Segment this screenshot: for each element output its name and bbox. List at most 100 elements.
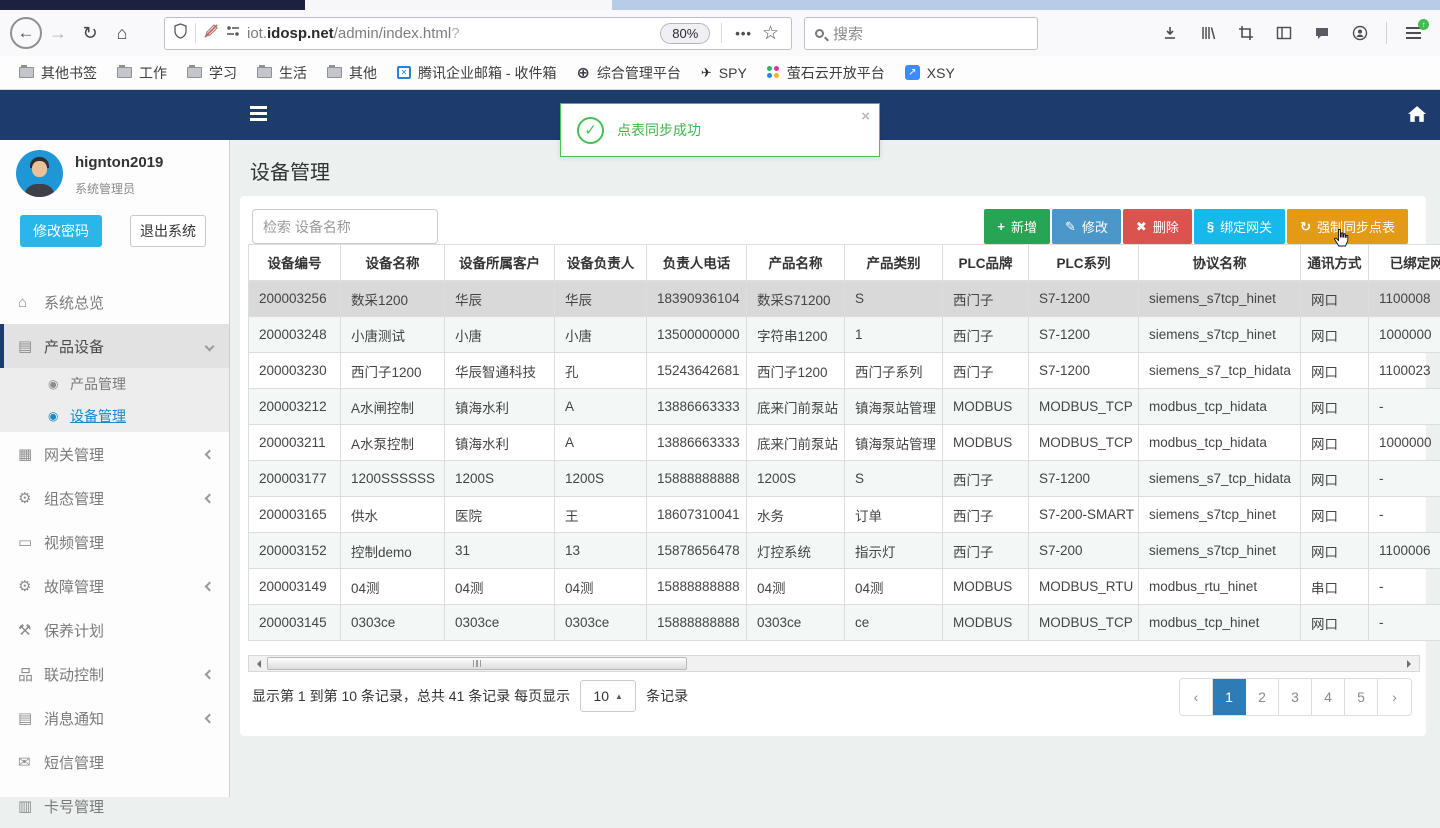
table-row[interactable]: 200003248小唐测试小唐小唐13500000000字符串12001西门子S… — [249, 317, 1440, 353]
url-bar[interactable]: iot.idosp.net/admin/index.html? 80% ••• … — [164, 17, 792, 50]
column-header[interactable]: 设备所属客户 — [445, 245, 555, 281]
page-4[interactable]: 4 — [1312, 679, 1345, 715]
sidebar-collapse-icon[interactable] — [250, 106, 267, 121]
bookmark-item[interactable]: 其他书签 — [10, 60, 106, 86]
cell: S7-1200 — [1029, 281, 1139, 317]
blocked-pencil-icon[interactable] — [203, 23, 219, 44]
zoom-level-badge[interactable]: 80% — [660, 23, 710, 44]
sidebar-toggle-icon[interactable] — [1269, 19, 1298, 48]
table-row[interactable]: 2000031450303ce0303ce0303ce1588888888803… — [249, 605, 1440, 641]
bookmark-item[interactable]: ↗XSY — [896, 62, 964, 84]
reload-button[interactable]: ↻ — [74, 17, 106, 49]
sidebar-item-sms-mgmt[interactable]: ✉短信管理 — [0, 740, 229, 784]
download-icon[interactable] — [1155, 19, 1184, 48]
column-header[interactable]: 协议名称 — [1139, 245, 1301, 281]
table-row[interactable]: 200003256数采1200华辰华辰18390936104数采S71200S西… — [249, 281, 1440, 317]
table-row[interactable]: 200003230西门子1200华辰智通科技孔15243642681西门子120… — [249, 353, 1440, 389]
bookmark-item[interactable]: ✕腾讯企业邮箱 - 收件箱 — [388, 60, 565, 86]
bookmark-item[interactable]: 生活 — [248, 60, 316, 86]
change-password-button[interactable]: 修改密码 — [20, 215, 102, 247]
bookmark-item[interactable]: 萤石云开放平台 — [758, 60, 894, 86]
table-row[interactable]: 200003152控制demo311315878656478灯控系统指示灯西门子… — [249, 533, 1440, 569]
column-header[interactable]: 产品名称 — [747, 245, 845, 281]
sidebar-item-fault-mgmt[interactable]: ⚙故障管理 — [0, 564, 229, 608]
app-home-icon[interactable] — [1408, 106, 1426, 127]
sidebar-item-scada-mgmt[interactable]: ⚙组态管理 — [0, 476, 229, 520]
sidebar-item-card-mgmt[interactable]: ▥卡号管理 — [0, 784, 229, 828]
sidebar-item-product-mgmt[interactable]: ◉产品管理 — [0, 368, 229, 400]
horizontal-scrollbar[interactable] — [248, 655, 1420, 672]
sidebar-item-gateway-mgmt[interactable]: ▦网关管理 — [0, 432, 229, 476]
back-button[interactable]: ← — [10, 17, 42, 49]
menu-hamburger-icon[interactable]: ↑ — [1399, 19, 1428, 48]
cell: 镇海水利 — [445, 389, 555, 425]
browser-search-input[interactable]: 搜索 — [804, 17, 1038, 50]
sidebar-item-device-mgmt[interactable]: ◉设备管理 — [0, 400, 229, 432]
column-header[interactable]: 负责人电话 — [647, 245, 747, 281]
permissions-icon[interactable] — [225, 24, 241, 43]
cell: MODBUS — [943, 389, 1029, 425]
pager: ‹12345› — [1179, 678, 1412, 716]
cell: A水泵控制 — [341, 425, 445, 461]
table-row[interactable]: 200003165供水医院王18607310041水务订单西门子S7-200-S… — [249, 497, 1440, 533]
device-search-input[interactable] — [252, 209, 438, 244]
scroll-left-arrow[interactable] — [249, 656, 265, 671]
cell: 1100006 — [1369, 533, 1440, 569]
table-row[interactable]: 20000314904测04测04测1588888888804测04测MODBU… — [249, 569, 1440, 605]
column-header[interactable]: 产品类别 — [845, 245, 943, 281]
sitemap-icon: 品 — [18, 664, 44, 685]
x-icon: ✖ — [1136, 219, 1147, 235]
avatar[interactable] — [16, 150, 63, 197]
library-icon[interactable] — [1193, 19, 1222, 48]
folder-icon — [327, 67, 342, 78]
bookmark-item[interactable]: 学习 — [178, 60, 246, 86]
pocket-bubble-icon[interactable] — [1307, 19, 1336, 48]
column-header[interactable]: PLC品牌 — [943, 245, 1029, 281]
logout-button[interactable]: 退出系统 — [130, 215, 206, 247]
forward-button[interactable]: → — [42, 17, 74, 49]
screenshot-icon[interactable] — [1231, 19, 1260, 48]
cell: 网口 — [1301, 353, 1369, 389]
toast-close-icon[interactable]: × — [861, 108, 870, 125]
delete-button[interactable]: ✖删除 — [1123, 209, 1192, 244]
sidebar-item-product-device[interactable]: ▤产品设备 — [0, 324, 229, 368]
shield-icon[interactable] — [173, 23, 188, 44]
bookmark-item[interactable]: ✈SPY — [692, 62, 756, 84]
bookmark-item[interactable]: 其他 — [318, 60, 386, 86]
xsy-icon: ↗ — [905, 65, 920, 80]
page-prev[interactable]: ‹ — [1180, 679, 1213, 715]
column-header[interactable]: PLC系列 — [1029, 245, 1139, 281]
sidebar-item-message-notify[interactable]: ▤消息通知 — [0, 696, 229, 740]
edit-button[interactable]: ✎修改 — [1052, 209, 1121, 244]
column-header[interactable]: 已绑定网关 — [1369, 245, 1440, 281]
cell: 1100008 — [1369, 281, 1440, 317]
table-row[interactable]: 200003211A水泵控制镇海水利A13886663333底来门前泵站镇海泵站… — [249, 425, 1440, 461]
scroll-right-arrow[interactable] — [1403, 656, 1419, 671]
cell: 04测 — [747, 569, 845, 605]
page-2[interactable]: 2 — [1246, 679, 1279, 715]
cell: S7-1200 — [1029, 317, 1139, 353]
scrollbar-thumb[interactable] — [267, 657, 687, 670]
account-icon[interactable] — [1345, 19, 1374, 48]
bookmark-item[interactable]: 工作 — [108, 60, 176, 86]
column-header[interactable]: 设备负责人 — [555, 245, 647, 281]
page-1[interactable]: 1 — [1213, 679, 1246, 715]
column-header[interactable]: 设备名称 — [341, 245, 445, 281]
sidebar-item-overview[interactable]: ⌂系统总览 — [0, 280, 229, 324]
bind-gateway-button[interactable]: §绑定网关 — [1194, 209, 1285, 244]
sidebar-item-maintenance-plan[interactable]: ⚒保养计划 — [0, 608, 229, 652]
table-row[interactable]: 200003212A水闸控制镇海水利A13886663333底来门前泵站镇海泵站… — [249, 389, 1440, 425]
page-5[interactable]: 5 — [1345, 679, 1378, 715]
sidebar-item-video-mgmt[interactable]: ▭视频管理 — [0, 520, 229, 564]
page-actions-icon[interactable]: ••• — [735, 26, 752, 41]
page-next[interactable]: › — [1378, 679, 1411, 715]
page-3[interactable]: 3 — [1279, 679, 1312, 715]
home-button[interactable]: ⌂ — [106, 17, 138, 49]
table-row[interactable]: 2000031771200SSSSSS1200S1200S15888888888… — [249, 461, 1440, 497]
column-header[interactable]: 设备编号 — [249, 245, 341, 281]
page-size-select[interactable]: 10▲ — [580, 680, 636, 712]
add-button[interactable]: +新增 — [984, 209, 1050, 244]
bookmark-star-icon[interactable]: ☆ — [762, 22, 779, 45]
bookmark-item[interactable]: ⊕综合管理平台 — [567, 60, 689, 86]
sidebar-item-linkage-control[interactable]: 品联动控制 — [0, 652, 229, 696]
